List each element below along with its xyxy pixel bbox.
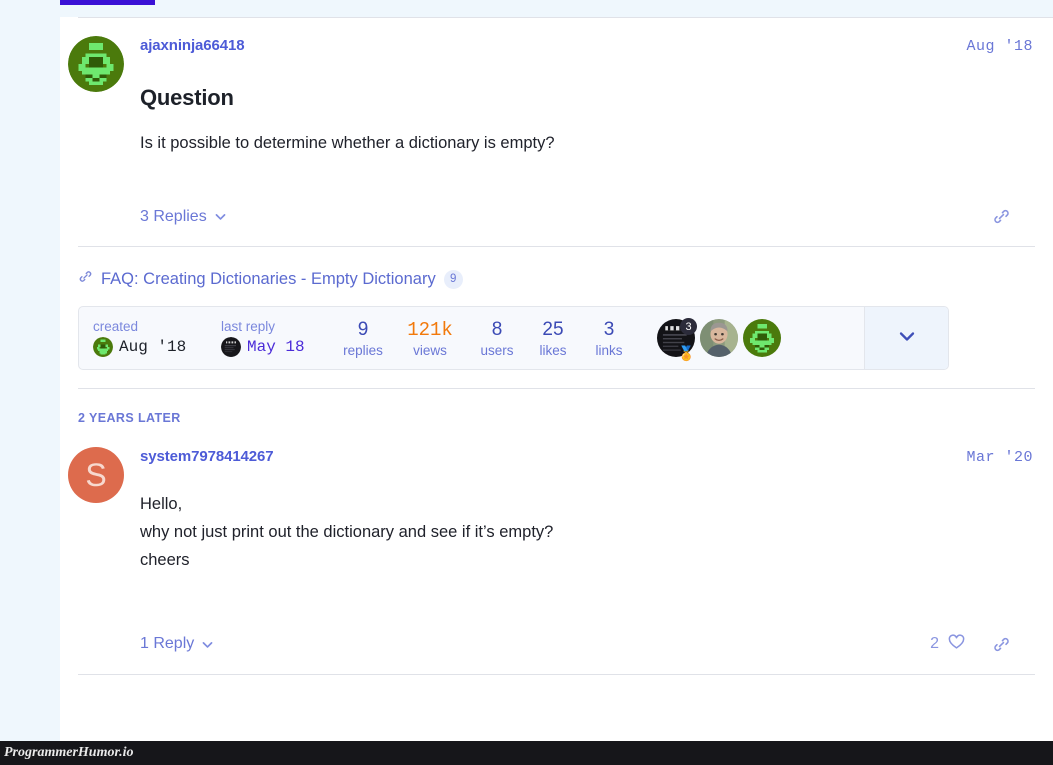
post-1: ajaxninja66418 Aug '18 Question Is it po…: [60, 18, 1053, 389]
post-body-line: cheers: [140, 551, 190, 569]
medal-icon: 🏅: [677, 345, 695, 361]
stat-links: 3 links: [581, 318, 637, 359]
replies-count-label: 3 Replies: [140, 207, 207, 225]
post-body-text: Hello, why not just print out the dictio…: [140, 490, 1033, 574]
stat-last-reply-label: last reply: [221, 319, 276, 334]
post-body-line: Hello,: [140, 495, 183, 513]
photo-avatar-icon: [700, 319, 738, 357]
stat-counters: 9 replies 121k views 8 users 25 likes 3 …: [335, 307, 637, 369]
topic-stats-bar: created Aug '18 last reply May 18 9 repl…: [78, 306, 949, 370]
topic-stats-wrapper: created Aug '18 last reply May 18 9 repl…: [60, 289, 1053, 370]
post-date[interactable]: Aug '18: [966, 38, 1033, 55]
post-separator: [78, 388, 1035, 389]
stat-created: created Aug '18: [79, 307, 207, 369]
post-actions-row: 3 Replies: [140, 157, 1033, 226]
stat-likes: 25 likes: [525, 318, 581, 359]
link-icon: [994, 209, 1009, 224]
participant-avatar[interactable]: [743, 319, 781, 357]
avatar[interactable]: S: [68, 447, 124, 503]
forum-topic-page: ajaxninja66418 Aug '18 Question Is it po…: [0, 0, 1053, 765]
like-count: 2: [930, 635, 939, 652]
replies-toggle-button[interactable]: 3 Replies: [140, 208, 227, 226]
post-actions-row: 1 Reply 2: [140, 574, 1033, 656]
stat-last-reply-value: May 18: [247, 338, 305, 356]
participant-avatar[interactable]: 3 🏅: [657, 318, 697, 361]
last-reply-avatar: [221, 337, 241, 357]
post-2: S system7978414267 Mar '20 Hello, why no…: [60, 425, 1053, 675]
post-separator: [78, 674, 1035, 675]
watermark-bar: ProgrammerHumor.io: [0, 741, 1053, 765]
share-link-button[interactable]: [992, 207, 1011, 226]
stat-replies: 9 replies: [335, 318, 391, 359]
stat-replies-value: 9: [357, 318, 369, 340]
dark-circle-avatar-icon: [221, 337, 241, 357]
post-author-name[interactable]: system7978414267: [140, 448, 274, 465]
post-body-text: Is it possible to determine whether a di…: [140, 134, 555, 152]
pixel-identicon-green-icon: [743, 319, 781, 357]
chevron-down-icon: [214, 210, 227, 223]
topic-content-column: ajaxninja66418 Aug '18 Question Is it po…: [60, 17, 1053, 741]
participants-facepile: 3 🏅: [637, 307, 864, 369]
replies-count-label: 1 Reply: [140, 635, 195, 652]
post-meta-row: ajaxninja66418 Aug '18: [140, 37, 1033, 55]
avatar[interactable]: [68, 36, 124, 92]
stat-created-value: Aug '18: [119, 338, 187, 356]
participant-avatar[interactable]: [700, 319, 738, 357]
stat-last-reply: last reply May 18: [207, 307, 335, 369]
link-icon: [78, 269, 93, 289]
like-button[interactable]: 2: [930, 632, 966, 656]
stat-users-value: 8: [491, 318, 503, 340]
linked-topic-count-badge: 9: [443, 269, 463, 289]
post-author-name[interactable]: ajaxninja66418: [140, 37, 245, 54]
post-meta-row: system7978414267 Mar '20: [140, 448, 1033, 466]
stat-users: 8 users: [469, 318, 525, 359]
stats-expand-button[interactable]: [864, 307, 948, 369]
stat-links-value: 3: [603, 318, 615, 340]
replies-toggle-button[interactable]: 1 Reply: [140, 635, 214, 653]
avatar-initial: S: [85, 456, 107, 493]
chevron-down-icon: [201, 638, 214, 651]
linked-topic-title[interactable]: FAQ: Creating Dictionaries - Empty Dicti…: [101, 270, 436, 289]
stat-replies-label: replies: [343, 342, 383, 358]
time-gap-label: 2 YEARS LATER: [78, 411, 181, 425]
post-body-line: why not just print out the dictionary an…: [140, 523, 554, 541]
stat-views-label: views: [413, 342, 447, 358]
link-icon: [994, 637, 1009, 651]
watermark-text: ProgrammerHumor.io: [4, 745, 134, 760]
heart-icon: [947, 632, 966, 656]
share-link-button[interactable]: [992, 635, 1011, 654]
linked-topic: FAQ: Creating Dictionaries - Empty Dicti…: [60, 247, 1053, 289]
stat-links-label: links: [595, 342, 623, 358]
stat-likes-value: 25: [542, 318, 564, 340]
post-title: Question: [140, 85, 234, 110]
pixel-identicon-green-icon: [93, 337, 113, 357]
pixel-identicon-green-icon: [68, 36, 124, 92]
stat-likes-label: likes: [539, 342, 567, 358]
created-avatar: [93, 337, 113, 357]
stat-views-value: 121k: [407, 318, 453, 341]
active-tab-underline: [60, 0, 155, 5]
participant-post-count-badge: 3: [680, 318, 697, 335]
stat-created-label: created: [93, 319, 139, 334]
stat-views: 121k views: [391, 318, 469, 359]
post-date[interactable]: Mar '20: [966, 449, 1033, 466]
stat-users-label: users: [480, 342, 514, 358]
chevron-down-icon: [895, 324, 919, 353]
